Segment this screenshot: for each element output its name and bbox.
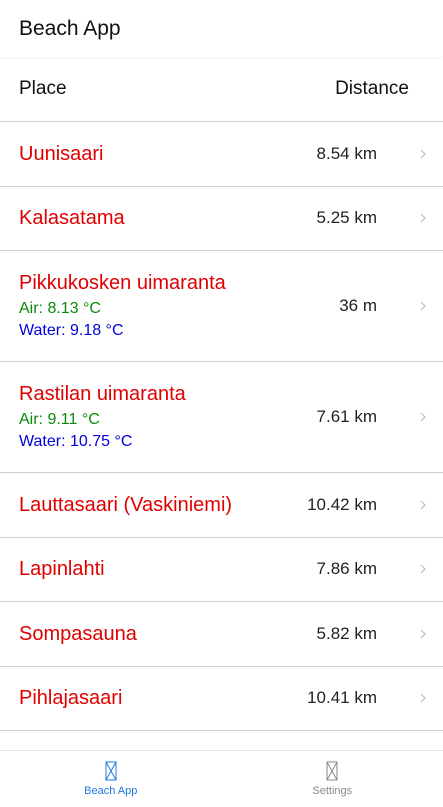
beach-row-rastilan[interactable]: Rastilan uimaranta Air: 9.11 °C Water: 1… [0,362,443,473]
beach-distance: 7.86 km [316,559,377,579]
air-temperature: Air: 9.11 °C [19,410,100,428]
beach-row-lapinlahti[interactable]: Lapinlahti 7.86 km [0,538,443,602]
beach-app-tab-icon [105,761,117,781]
beach-name: Rastilan uimaranta [19,382,186,405]
tab-label: Beach App [84,785,138,797]
distance-column-header: Distance [335,78,409,99]
water-temperature: Water: 9.18 °C [19,321,124,339]
chevron-right-icon [403,629,443,639]
beach-name: Uunisaari [19,142,104,165]
beach-distance: 5.82 km [316,623,377,643]
beach-list: Uunisaari 8.54 km Kalasatama 5.25 km Pik… [0,122,443,731]
tab-settings[interactable]: Settings [222,751,443,807]
beach-distance: 10.41 km [307,688,377,708]
beach-row-kalasatama[interactable]: Kalasatama 5.25 km [0,187,443,251]
beach-distance: 7.61 km [316,407,377,426]
app-bar: Beach App [0,0,443,57]
chevron-right-icon [403,149,443,159]
chevron-right-icon [403,500,443,510]
chevron-right-icon [403,301,443,311]
beach-distance: 36 m [339,296,377,315]
beach-name: Sompasauna [19,622,137,645]
water-temperature: Water: 10.75 °C [19,432,133,450]
place-column-header: Place [19,78,67,99]
bottom-tab-bar: Beach App Settings [0,750,443,807]
beach-row-sompasauna[interactable]: Sompasauna 5.82 km [0,602,443,667]
beach-distance: 10.42 km [307,494,377,514]
settings-tab-icon [326,761,338,781]
chevron-right-icon [403,213,443,223]
beach-row-uunisaari[interactable]: Uunisaari 8.54 km [0,122,443,187]
beach-name: Pihlajasaari [19,687,123,710]
beach-name: Pikkukosken uimaranta [19,271,226,294]
tab-label: Settings [312,785,353,797]
beach-row-pikkukosken[interactable]: Pikkukosken uimaranta Air: 8.13 °C Water… [0,251,443,362]
chevron-right-icon [403,564,443,574]
air-temperature: Air: 8.13 °C [19,299,101,317]
chevron-right-icon [403,412,443,422]
beach-name: Kalasatama [19,207,125,230]
app-title: Beach App [19,16,121,40]
tab-beach-app[interactable]: Beach App [0,751,222,807]
beach-row-pihlajasaari[interactable]: Pihlajasaari 10.41 km [0,667,443,731]
beach-row-lauttasaari[interactable]: Lauttasaari (Vaskiniemi) 10.42 km [0,473,443,538]
beach-name: Lapinlahti [19,558,105,581]
beach-distance: 5.25 km [316,208,377,228]
list-header: Place Distance [0,57,443,122]
beach-name: Lauttasaari (Vaskiniemi) [19,493,233,516]
chevron-right-icon [403,693,443,703]
beach-distance: 8.54 km [316,143,377,163]
